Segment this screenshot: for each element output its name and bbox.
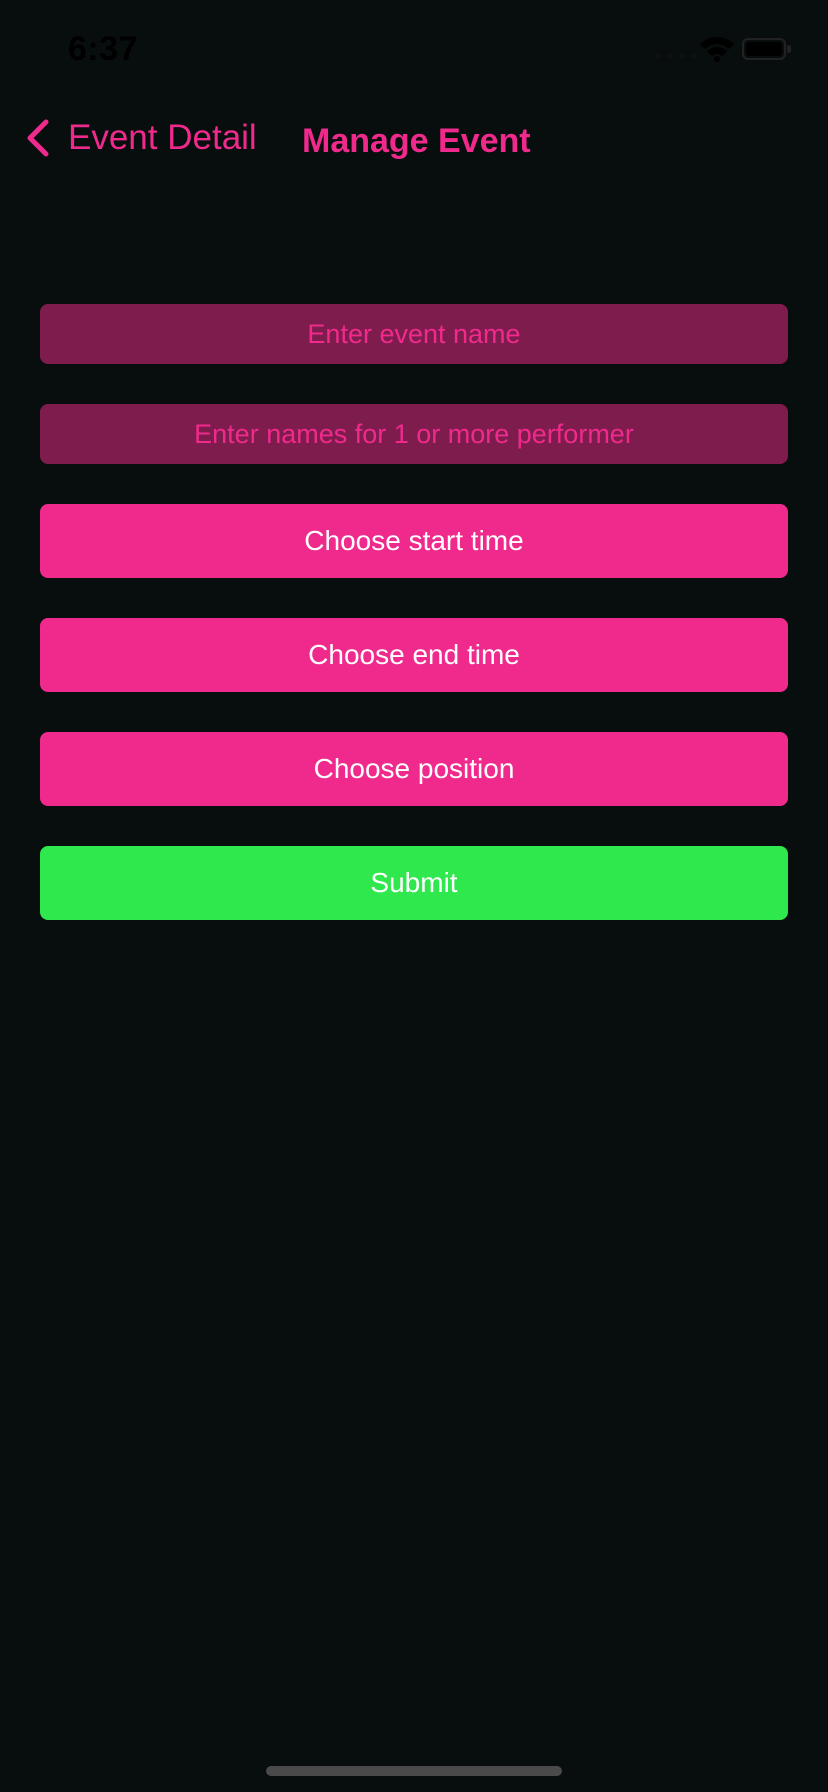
chevron-left-icon [27, 119, 49, 157]
signal-icon [656, 54, 696, 58]
event-name-input[interactable] [40, 304, 788, 364]
choose-end-time-button[interactable]: Choose end time [40, 618, 788, 692]
back-button-label: Event Detail [68, 118, 257, 157]
submit-button[interactable]: Submit [40, 846, 788, 920]
choose-start-time-button[interactable]: Choose start time [40, 504, 788, 578]
home-indicator[interactable] [266, 1766, 562, 1776]
choose-position-button[interactable]: Choose position [40, 732, 788, 806]
performers-input[interactable] [40, 404, 788, 464]
status-bar: 6:37 [0, 0, 828, 96]
page-title: Manage Event [302, 122, 531, 160]
wifi-icon [700, 37, 734, 62]
back-button[interactable]: Event Detail [22, 110, 257, 166]
navigation-bar: Event Detail Manage Event [0, 96, 828, 192]
event-form: Choose start time Choose end time Choose… [40, 304, 788, 920]
status-time: 6:37 [68, 30, 139, 68]
battery-icon [742, 38, 791, 60]
